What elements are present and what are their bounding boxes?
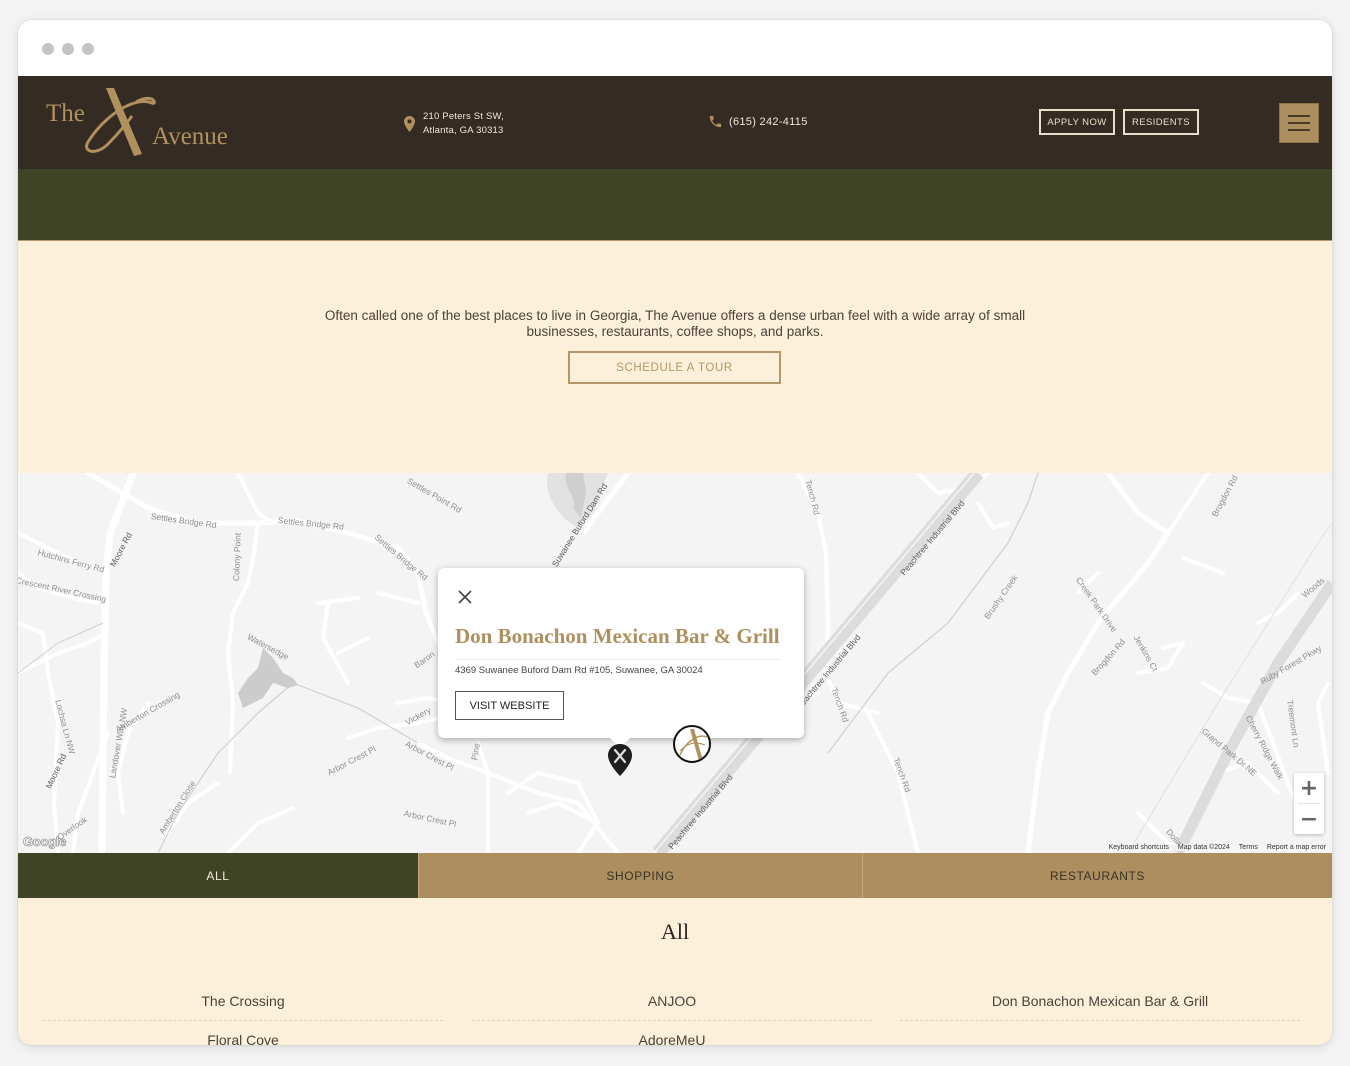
intro-section: Often called one of the best places to l…: [18, 242, 1332, 473]
listing-column: Don Bonachon Mexican Bar & Grill: [900, 988, 1300, 1021]
site-logo[interactable]: The Avenue: [46, 86, 231, 158]
address-line-2: Atlanta, GA 30313: [423, 125, 504, 136]
map-pin-icon: [404, 116, 415, 132]
window-minimize-dot[interactable]: [62, 43, 74, 55]
places-listing: All The Crossing Floral Cove ANJOO Adore…: [18, 898, 1332, 1045]
list-item[interactable]: Floral Cove: [43, 1021, 443, 1046]
zoom-in-button[interactable]: +: [1294, 773, 1324, 803]
map-attribution: Keyboard shortcuts Map data ©2024 Terms …: [1106, 844, 1328, 851]
visit-website-button[interactable]: VISIT WEBSITE: [455, 691, 564, 720]
map-info-window: Don Bonachon Mexican Bar & Grill 4369 Su…: [438, 568, 804, 748]
page-viewport: The Avenue 210 Peters St SW, Atlanta, GA…: [18, 76, 1332, 1045]
site-header: The Avenue 210 Peters St SW, Atlanta, GA…: [18, 76, 1332, 169]
close-icon[interactable]: [456, 588, 474, 606]
hamburger-icon-line: [1288, 115, 1310, 117]
logo-monogram-icon: [679, 729, 708, 761]
logo-monogram-icon: [85, 88, 156, 156]
listing-column: The Crossing Floral Cove: [43, 988, 443, 1045]
tab-all[interactable]: ALL: [18, 853, 418, 898]
list-item[interactable]: The Crossing: [43, 988, 443, 1021]
hamburger-menu-button[interactable]: [1279, 103, 1319, 143]
report-map-error-link[interactable]: Report a map error: [1267, 844, 1326, 851]
header-address[interactable]: 210 Peters St SW, Atlanta, GA 30313: [404, 110, 504, 138]
terms-link[interactable]: Terms: [1239, 844, 1258, 851]
schedule-tour-button[interactable]: SCHEDULE A TOUR: [568, 351, 781, 384]
popup-divider: [455, 659, 782, 660]
listing-column: ANJOO AdoreMeU: [472, 988, 872, 1045]
logo-word-avenue: Avenue: [152, 123, 228, 150]
phone-icon: [709, 115, 722, 128]
window-close-dot[interactable]: [42, 43, 54, 55]
phone-number: (615) 242-4115: [729, 115, 808, 128]
map-zoom-control: + −: [1294, 773, 1324, 834]
address-text: 210 Peters St SW, Atlanta, GA 30313: [423, 110, 504, 138]
window-maximize-dot[interactable]: [82, 43, 94, 55]
list-item[interactable]: AdoreMeU: [472, 1021, 872, 1046]
neighborhood-map[interactable]: Settles Bridge Rd Settles Bridge Rd Sett…: [18, 473, 1332, 853]
zoom-out-button[interactable]: −: [1294, 804, 1324, 834]
map-data-text: Map data ©2024: [1177, 844, 1230, 851]
browser-chrome: [18, 20, 1332, 76]
place-address: 4369 Suwanee Buford Dam Rd #105, Suwanee…: [455, 665, 703, 676]
listing-heading: All: [660, 919, 690, 944]
address-line-1: 210 Peters St SW,: [423, 111, 505, 122]
hamburger-icon-line: [1288, 122, 1310, 124]
list-item[interactable]: Don Bonachon Mexican Bar & Grill: [900, 988, 1300, 1021]
keyboard-shortcuts-link[interactable]: Keyboard shortcuts: [1109, 844, 1169, 851]
intro-text: Often called one of the best places to l…: [324, 308, 1026, 339]
street-label: Colony Point: [231, 532, 243, 582]
tab-shopping[interactable]: SHOPPING: [418, 853, 862, 898]
browser-window: The Avenue 210 Peters St SW, Atlanta, GA…: [18, 20, 1332, 1045]
hamburger-icon-line: [1288, 129, 1310, 131]
residents-button[interactable]: RESIDENTS: [1123, 109, 1199, 135]
place-title: Don Bonachon Mexican Bar & Grill: [455, 624, 780, 648]
apply-now-button[interactable]: APPLY NOW: [1039, 109, 1115, 135]
tab-restaurants[interactable]: RESTAURANTS: [862, 853, 1332, 898]
list-item[interactable]: ANJOO: [472, 988, 872, 1021]
restaurant-pin-icon[interactable]: [608, 744, 632, 776]
header-phone[interactable]: (615) 242-4115: [708, 114, 808, 129]
google-logo[interactable]: Google: [23, 834, 67, 850]
category-tabs: ALL SHOPPING RESTAURANTS: [18, 853, 1332, 898]
property-marker[interactable]: [673, 725, 711, 763]
hero-banner: [18, 169, 1332, 241]
